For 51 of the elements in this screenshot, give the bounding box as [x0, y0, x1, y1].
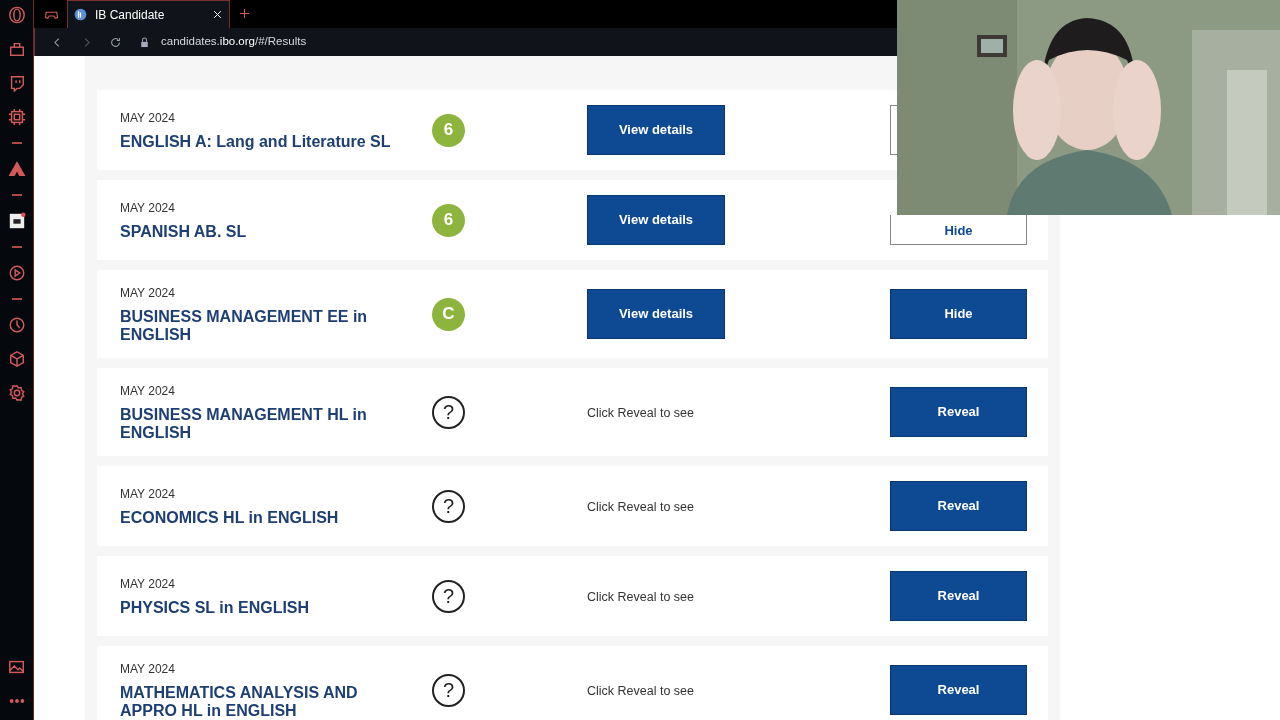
bag-icon[interactable] [7, 40, 26, 58]
reveal-hint: Click Reveal to see [587, 500, 694, 514]
logo-icon[interactable] [7, 6, 26, 24]
result-toggle-button[interactable] [890, 105, 897, 155]
browser-tab[interactable]: IB Candidate [67, 0, 230, 28]
session-label: MAY 2024 [120, 200, 176, 217]
session-label: MAY 2024 [120, 576, 176, 593]
play-icon[interactable] [7, 264, 26, 282]
reveal-hint: Click Reveal to see [587, 684, 694, 698]
lock-icon [138, 35, 151, 49]
close-icon[interactable] [212, 9, 223, 20]
grade-badge: 6 [432, 203, 465, 237]
hidden-grade-icon: ? [432, 673, 465, 707]
view-details-button[interactable]: View details [587, 289, 725, 339]
hidden-grade-icon: ? [432, 579, 465, 613]
subject-title: PHYSICS SL in ENGLISH [120, 599, 311, 617]
session-label: MAY 2024 [120, 486, 176, 503]
session-label: MAY 2024 [120, 661, 176, 678]
image-icon[interactable] [7, 658, 26, 676]
reveal-hint: Click Reveal to see [587, 406, 694, 420]
grade-badge: 6 [432, 113, 465, 147]
subject-title: BUSINESS MANAGEMENT HL in ENGLISH [120, 406, 368, 442]
tab-title: IB Candidate [95, 6, 166, 24]
hidden-grade-icon: ? [432, 489, 465, 523]
reveal-hint: Click Reveal to see [587, 590, 694, 604]
clock-icon[interactable] [7, 316, 26, 334]
chip-icon[interactable] [7, 108, 26, 126]
subject-title: SPANISH AB. SL [120, 223, 248, 241]
result-toggle-button[interactable]: Reveal [890, 571, 1027, 621]
url-field[interactable]: candidates.ibo.org/#/Results [161, 33, 307, 51]
reload-icon[interactable] [109, 35, 122, 49]
view-details-button[interactable]: View details [587, 195, 725, 245]
hidden-grade-icon: ? [432, 395, 465, 429]
grade-badge: C [432, 297, 465, 331]
settings-icon[interactable] [7, 384, 26, 402]
result-toggle-button[interactable]: Reveal [890, 387, 1027, 437]
subject-title: MATHEMATICS ANALYSIS AND APPRO HL in ENGLISH [120, 684, 359, 720]
result-toggle-button[interactable]: Reveal [890, 665, 1027, 715]
session-label: MAY 2024 [120, 110, 176, 127]
subject-title: BUSINESS MANAGEMENT EE in ENGLISH [120, 308, 369, 344]
subject-title: ECONOMICS HL in ENGLISH [120, 509, 340, 527]
session-label: MAY 2024 [120, 383, 176, 400]
result-toggle-button[interactable]: Hide [890, 215, 1027, 245]
subject-title: ENGLISH A: Lang and Literature SL [120, 133, 392, 151]
view-details-button[interactable]: View details [587, 105, 725, 155]
cube-icon[interactable] [7, 350, 26, 368]
session-label: MAY 2024 [120, 285, 176, 302]
result-toggle-button[interactable]: Reveal [890, 481, 1027, 531]
new-tab-icon[interactable] [238, 7, 251, 20]
result-toggle-button[interactable]: Hide [890, 289, 1027, 339]
triangle-icon[interactable] [7, 160, 26, 178]
